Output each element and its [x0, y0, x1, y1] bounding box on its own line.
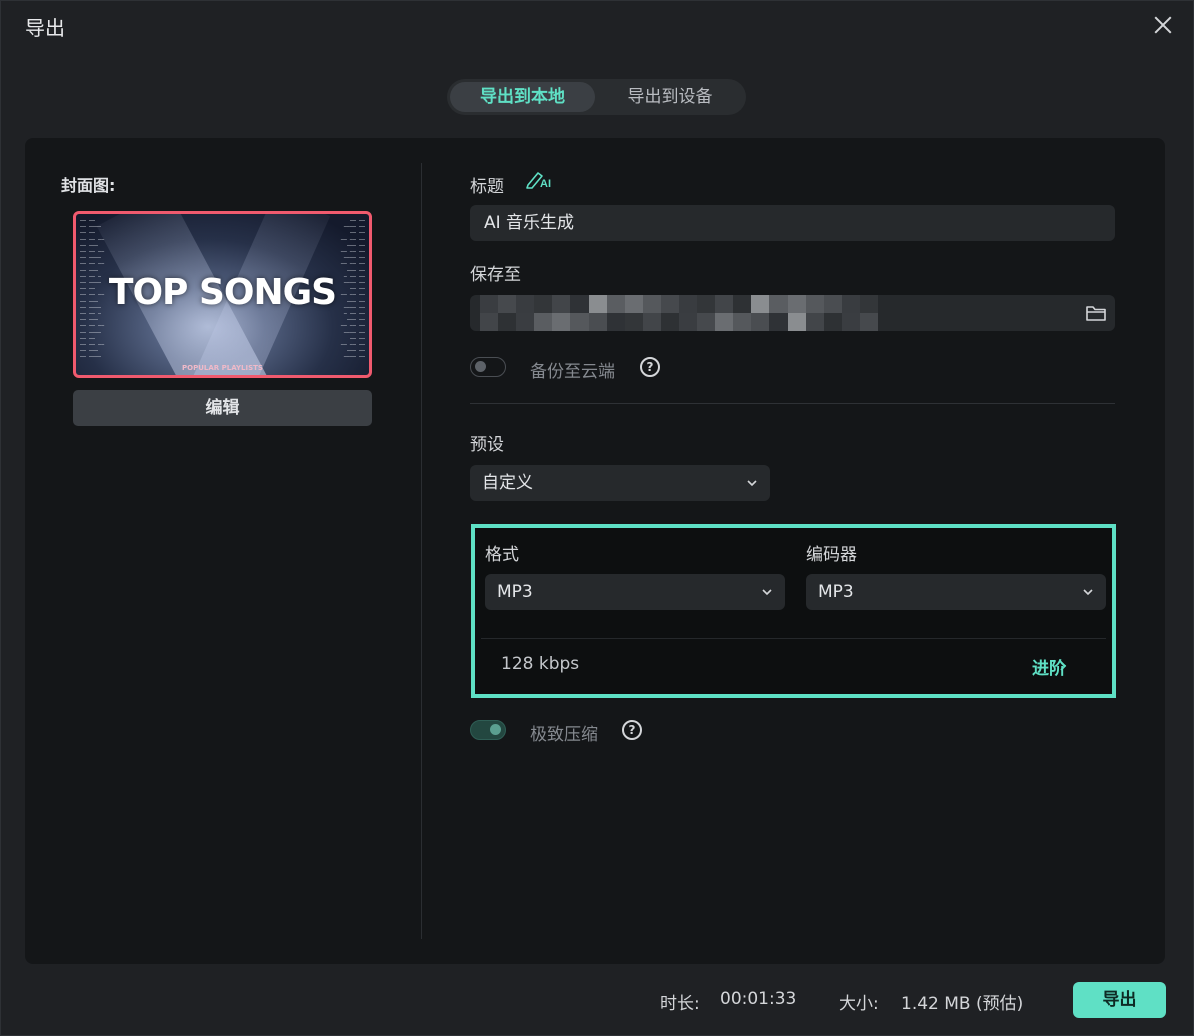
tab-export-device[interactable]: 导出到设备 [599, 82, 741, 112]
mosaic-cell [823, 295, 842, 313]
format-select[interactable]: MP3 [485, 574, 785, 610]
mosaic-cell [715, 295, 734, 313]
cover-headline: TOP SONGS [108, 272, 337, 313]
settings-panel: 封面图: —— —— —— ———— —— —— —— —— —— —— ———… [25, 138, 1165, 964]
preset-label: 预设 [470, 435, 504, 455]
mosaic-cell [769, 295, 788, 313]
mosaic-cell [534, 295, 553, 313]
mosaic-cell [733, 313, 752, 331]
format-label: 格式 [485, 545, 519, 565]
edit-cover-button[interactable]: 编辑 [73, 390, 372, 426]
mosaic-cell [787, 313, 806, 331]
title-input-value: AI 音乐生成 [484, 213, 575, 233]
chevron-down-icon [747, 480, 757, 487]
folder-icon[interactable] [1085, 303, 1107, 323]
tab-export-local[interactable]: 导出到本地 [450, 82, 595, 112]
mosaic-cell [805, 295, 824, 313]
chevron-right-icon[interactable] [1058, 660, 1068, 672]
export-target-tabs: 导出到本地 导出到设备 [447, 79, 746, 115]
backup-cloud-label: 备份至云端 [530, 362, 615, 382]
mosaic-cell [787, 295, 806, 313]
mosaic-cell [588, 295, 607, 313]
mosaic-cell [823, 313, 842, 331]
encoder-label: 编码器 [806, 545, 857, 565]
mosaic-cell [715, 313, 734, 331]
encoder-select[interactable]: MP3 [806, 574, 1106, 610]
mosaic-cell [552, 313, 571, 331]
title-input[interactable]: AI 音乐生成 [470, 205, 1115, 241]
mosaic-cell [624, 313, 643, 331]
encoder-select-value: MP3 [818, 582, 854, 602]
mosaic-cell [516, 313, 535, 331]
mosaic-cell [480, 313, 499, 331]
mosaic-cell [642, 313, 661, 331]
mosaic-cell [498, 295, 517, 313]
mosaic-cell [480, 295, 499, 313]
size-value: 1.42 MB (预估) [901, 994, 1024, 1014]
duration-label: 时长: [660, 994, 700, 1014]
cover-thumbnail[interactable]: —— —— —— ———— —— —— —— —— —— —— ——— —— —… [73, 211, 372, 378]
mosaic-cell [588, 313, 607, 331]
title-label: 标题 [470, 177, 504, 197]
mosaic-cell [516, 295, 535, 313]
extreme-compress-label: 极致压缩 [530, 725, 598, 745]
format-box-divider [481, 638, 1106, 639]
save-to-label: 保存至 [470, 265, 521, 285]
panel-divider [421, 163, 422, 939]
save-path-field[interactable] [470, 295, 1115, 331]
mosaic-cell [642, 295, 661, 313]
export-dialog: 导出 导出到本地 导出到设备 封面图: —— —— —— ———— —— —— … [0, 0, 1194, 1036]
mosaic-cell [751, 295, 770, 313]
duration-value: 00:01:33 [720, 989, 797, 1009]
mosaic-cell [570, 313, 589, 331]
section-divider [470, 403, 1115, 404]
mosaic-cell [805, 313, 824, 331]
mosaic-cell [769, 313, 788, 331]
mosaic-cell [697, 313, 716, 331]
mosaic-cell [697, 295, 716, 313]
size-label: 大小: [839, 994, 879, 1014]
format-select-value: MP3 [497, 582, 533, 602]
preset-select-value: 自定义 [482, 473, 533, 493]
close-icon[interactable] [1151, 13, 1175, 37]
export-button[interactable]: 导出 [1073, 982, 1166, 1018]
extreme-compress-toggle[interactable] [470, 720, 506, 740]
chevron-down-icon [762, 589, 772, 596]
backup-cloud-toggle[interactable] [470, 357, 506, 377]
mosaic-cell [534, 313, 553, 331]
backup-help-icon[interactable]: ? [640, 357, 660, 377]
mosaic-cell [552, 295, 571, 313]
cover-label: 封面图: [61, 176, 116, 195]
mosaic-cell [570, 295, 589, 313]
compress-help-icon[interactable]: ? [622, 720, 642, 740]
bitrate-value: 128 kbps [501, 654, 580, 674]
mosaic-cell [660, 295, 679, 313]
mosaic-cell [606, 313, 625, 331]
mosaic-cell [841, 313, 860, 331]
mosaic-cell [624, 295, 643, 313]
mosaic-cell [733, 295, 752, 313]
cover-subline: POPULAR PLAYLISTS [182, 364, 263, 372]
format-settings-box: 格式 MP3 编码器 MP3 128 kbps 进阶 [471, 524, 1116, 698]
mosaic-cell [606, 295, 625, 313]
svg-text:AI: AI [540, 178, 551, 189]
title-bar: 导出 [1, 1, 1193, 51]
toggle-knob [475, 361, 486, 372]
ai-title-icon[interactable]: AI [525, 169, 553, 189]
redacted-path-mosaic [480, 295, 878, 331]
preset-select[interactable]: 自定义 [470, 465, 770, 501]
mosaic-cell [841, 295, 860, 313]
toggle-knob [490, 724, 501, 735]
mosaic-cell [498, 313, 517, 331]
mosaic-cell [859, 313, 878, 331]
mosaic-cell [679, 313, 698, 331]
mosaic-cell [660, 313, 679, 331]
dialog-title: 导出 [25, 16, 65, 40]
mosaic-cell [859, 295, 878, 313]
mosaic-cell [679, 295, 698, 313]
chevron-down-icon [1083, 589, 1093, 596]
mosaic-cell [751, 313, 770, 331]
